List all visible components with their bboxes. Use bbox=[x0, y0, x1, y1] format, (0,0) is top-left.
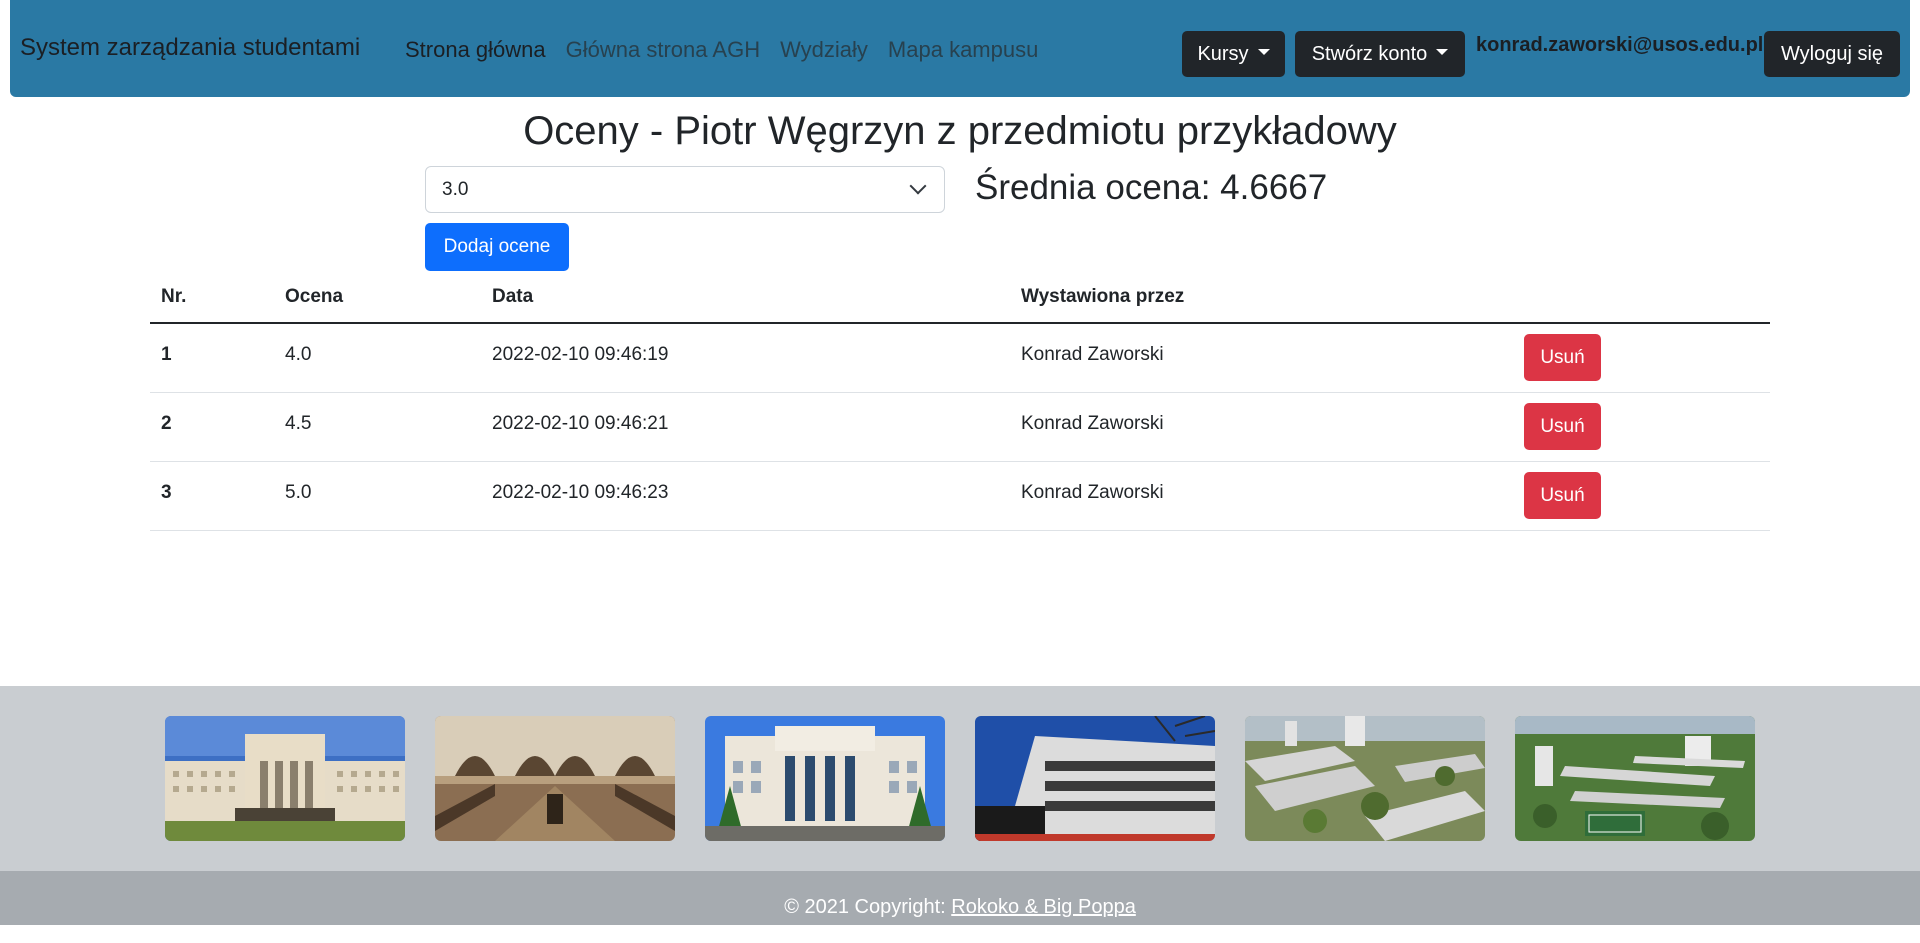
table-header: Nr. Ocena Data Wystawiona przez bbox=[150, 276, 1770, 324]
average-grade: Średnia ocena: 4.6667 bbox=[975, 168, 1328, 207]
grade-select-value: 3.0 bbox=[442, 178, 469, 200]
nav-link-campus-map[interactable]: Mapa kampusu bbox=[888, 37, 1038, 63]
page-title: Oceny - Piotr Węgrzyn z przedmiotu przyk… bbox=[523, 109, 1397, 153]
create-account-dropdown-button[interactable]: Stwórz konto bbox=[1295, 31, 1465, 77]
table-row: 1 4.0 2022-02-10 09:46:19 Konrad Zaworsk… bbox=[150, 324, 1770, 393]
delete-grade-button[interactable]: Usuń bbox=[1524, 403, 1601, 450]
courses-label: Kursy bbox=[1197, 42, 1249, 65]
header-date: Data bbox=[492, 286, 534, 307]
header-nr: Nr. bbox=[161, 286, 187, 307]
row-date: 2022-02-10 09:46:21 bbox=[492, 413, 669, 434]
add-grade-button[interactable]: Dodaj ocene bbox=[425, 223, 569, 271]
campus-photo bbox=[705, 716, 945, 841]
nav-link-home[interactable]: Strona główna bbox=[405, 37, 546, 63]
header-issued-by: Wystawiona przez bbox=[1021, 286, 1185, 307]
nav-link-agh[interactable]: Główna strona AGH bbox=[566, 37, 760, 63]
brand[interactable]: System zarządzania studentami bbox=[20, 34, 360, 62]
copyright-link[interactable]: Rokoko & Big Poppa bbox=[951, 896, 1136, 918]
caret-down-icon bbox=[1257, 49, 1270, 55]
table-row: 2 4.5 2022-02-10 09:46:21 Konrad Zaworsk… bbox=[150, 393, 1770, 462]
copyright-text: © 2021 Copyright: bbox=[784, 896, 952, 918]
campus-photo bbox=[975, 716, 1215, 841]
row-grade: 4.0 bbox=[285, 344, 312, 365]
campus-photo bbox=[435, 716, 675, 841]
nav-links: Strona główna Główna strona AGH Wydziały… bbox=[405, 37, 1058, 63]
navbar: System zarządzania studentami Strona głó… bbox=[10, 0, 1910, 97]
row-issued-by: Konrad Zaworski bbox=[1021, 413, 1164, 434]
logout-button[interactable]: Wyloguj się bbox=[1764, 31, 1900, 77]
footer-gallery bbox=[0, 686, 1920, 871]
create-account-label: Stwórz konto bbox=[1311, 42, 1428, 65]
campus-photo bbox=[165, 716, 405, 841]
row-grade: 5.0 bbox=[285, 482, 312, 503]
row-grade: 4.5 bbox=[285, 413, 312, 434]
delete-grade-button[interactable]: Usuń bbox=[1524, 472, 1601, 519]
nav-link-faculties[interactable]: Wydziały bbox=[780, 37, 868, 63]
row-date: 2022-02-10 09:46:19 bbox=[492, 344, 669, 365]
row-issued-by: Konrad Zaworski bbox=[1021, 482, 1164, 503]
row-issued-by: Konrad Zaworski bbox=[1021, 344, 1164, 365]
user-email: konrad.zaworski@usos.edu.pl bbox=[1476, 34, 1764, 56]
row-date: 2022-02-10 09:46:23 bbox=[492, 482, 669, 503]
campus-photo bbox=[1515, 716, 1755, 841]
row-nr: 1 bbox=[161, 344, 172, 365]
chevron-down-icon bbox=[909, 177, 927, 195]
grades-table: Nr. Ocena Data Wystawiona przez 1 4.0 20… bbox=[150, 276, 1770, 531]
delete-grade-button[interactable]: Usuń bbox=[1524, 334, 1601, 381]
footer-copyright: © 2021 Copyright: Rokoko & Big Poppa bbox=[0, 871, 1920, 925]
caret-down-icon bbox=[1436, 49, 1449, 55]
row-nr: 2 bbox=[161, 413, 172, 434]
courses-dropdown-button[interactable]: Kursy bbox=[1182, 31, 1285, 77]
campus-photo bbox=[1245, 716, 1485, 841]
header-grade: Ocena bbox=[285, 286, 344, 307]
row-nr: 3 bbox=[161, 482, 172, 503]
grade-select[interactable]: 3.0 bbox=[425, 166, 945, 213]
table-row: 3 5.0 2022-02-10 09:46:23 Konrad Zaworsk… bbox=[150, 462, 1770, 531]
